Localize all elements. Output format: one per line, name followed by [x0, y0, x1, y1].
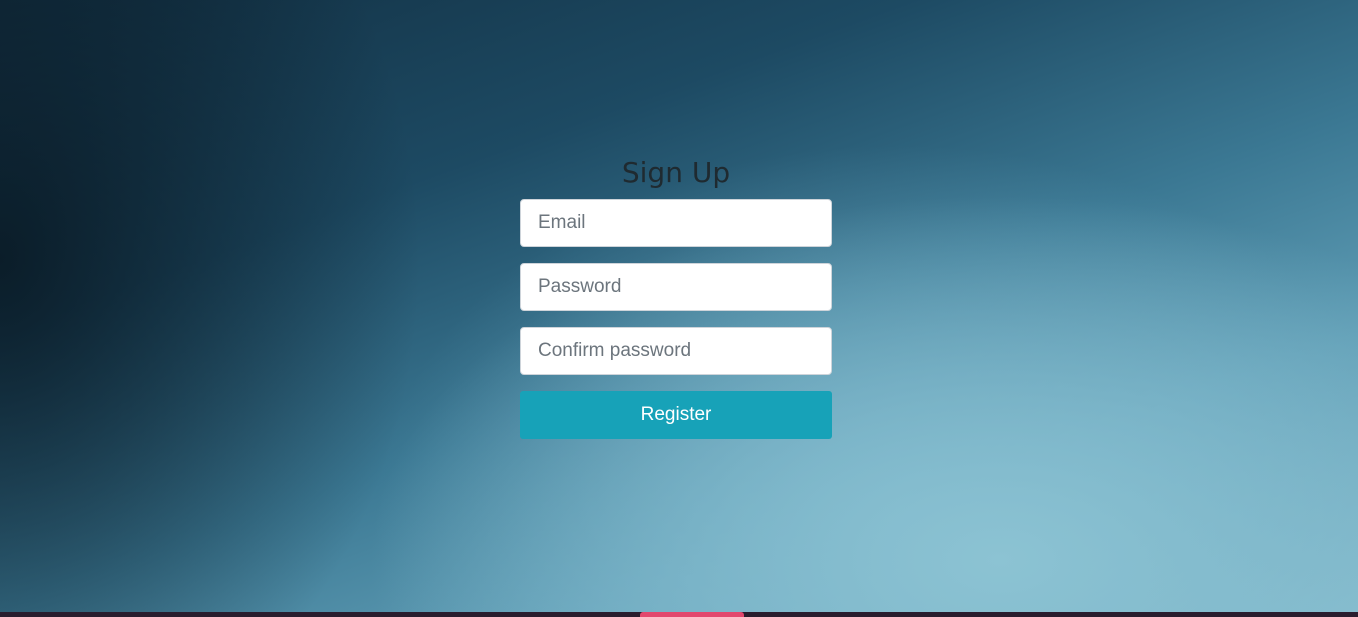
email-field[interactable] — [520, 199, 832, 247]
password-field[interactable] — [520, 263, 832, 311]
confirm-password-field[interactable] — [520, 327, 832, 375]
taskbar-accent — [640, 612, 744, 617]
signup-form: Sign Up Register — [520, 155, 832, 439]
register-button[interactable]: Register — [520, 391, 832, 439]
page-title: Sign Up — [621, 156, 731, 189]
